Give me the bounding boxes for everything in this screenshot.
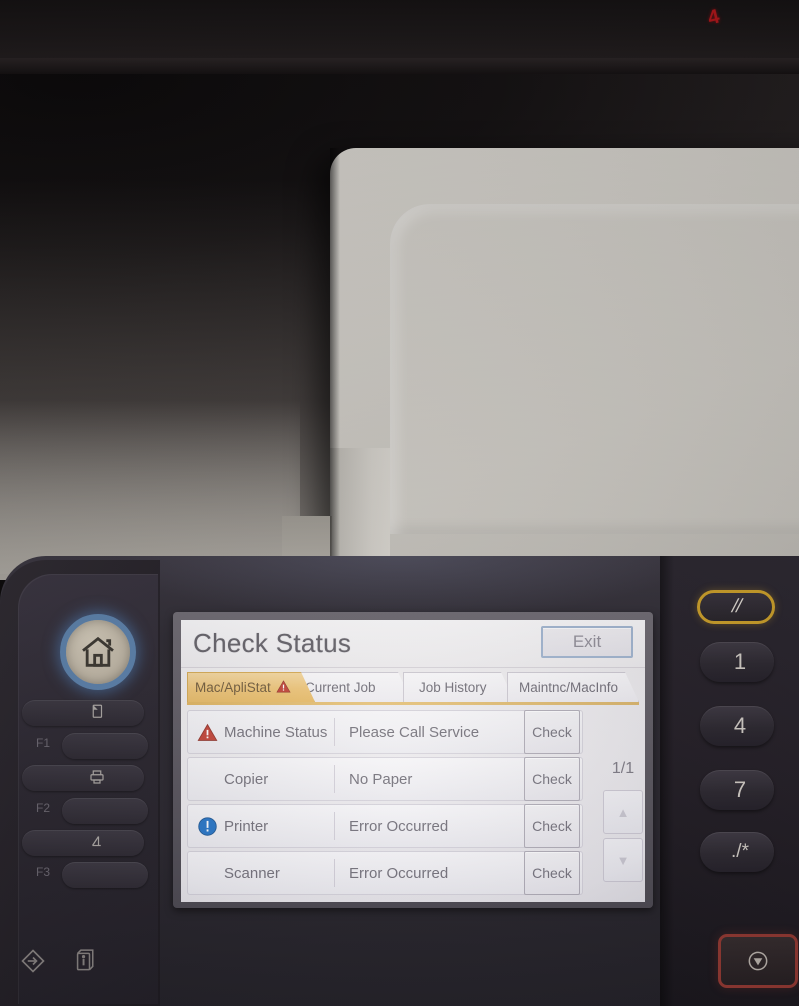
status-row-printer[interactable]: Printer Error Occurred Check: [187, 804, 583, 848]
printer-icon: [86, 766, 108, 788]
status-row-name: Printer: [224, 817, 269, 835]
page-title: Check Status: [193, 628, 352, 658]
tab-warning-triangle-icon: [276, 679, 291, 697]
function-key-3-label: F3: [36, 865, 51, 879]
check-button-label: Check: [532, 818, 572, 834]
page-indicator: 1/1: [611, 760, 635, 777]
printer-photo-scene: 4 F1 F2 F3 // 1 4 7 ./* Check Status Exi…: [0, 0, 799, 1006]
function-key-2-label: F2: [36, 801, 51, 815]
home-icon: [82, 636, 114, 667]
exit-button-label: Exit: [572, 632, 602, 651]
feeder-inset-panel: [390, 204, 799, 534]
check-button-label: Check: [532, 724, 572, 740]
exit-button[interactable]: Exit: [541, 626, 633, 658]
tab-job-history[interactable]: Job History: [403, 672, 515, 702]
function-key-2-press[interactable]: [62, 798, 148, 824]
scanner-icon: [86, 830, 108, 852]
check-button-printer[interactable]: Check: [524, 804, 580, 848]
tab-current-job[interactable]: Current Job: [297, 672, 412, 702]
status-row-scanner[interactable]: Scanner Error Occurred Check: [187, 851, 583, 895]
tab-maintnc-macinfo-label: Maintnc/MacInfo: [519, 680, 619, 695]
right-wing-shadow: [660, 556, 674, 1006]
status-row-machine-status[interactable]: Machine Status Please Call Service Check: [187, 710, 583, 754]
machine-left-wall-lower: [0, 400, 300, 580]
function-key-1-press[interactable]: [62, 733, 148, 759]
keypad-key-7[interactable]: 7: [700, 770, 774, 810]
check-button-machine-status[interactable]: Check: [524, 710, 580, 754]
clear-key[interactable]: //: [697, 590, 775, 624]
keypad-key-4[interactable]: 4: [700, 706, 774, 746]
tab-mac-aplistat[interactable]: Mac/ApliStat: [187, 672, 315, 702]
status-list: Machine Status Please Call Service Check…: [187, 710, 639, 898]
tab-bar: Mac/ApliStat Current Job Job History Mai…: [187, 672, 639, 704]
tab-job-history-label: Job History: [419, 680, 487, 695]
tab-current-job-label: Current Job: [305, 680, 376, 695]
function-key-3[interactable]: [22, 830, 144, 856]
tab-maintnc-macinfo[interactable]: Maintnc/MacInfo: [507, 672, 639, 702]
check-button-scanner[interactable]: Check: [524, 851, 580, 895]
info-circle-icon: [192, 816, 222, 837]
stop-button[interactable]: [718, 934, 798, 988]
pager: 1/1 ▲ ▼: [601, 716, 645, 902]
chevron-up-icon: ▲: [616, 804, 630, 820]
machine-upper-shadow: [0, 0, 799, 64]
check-button-label: Check: [532, 771, 572, 787]
screen-header: Check Status Exit: [181, 620, 645, 668]
copy-icon: [86, 701, 108, 723]
login-logout-icon[interactable]: [18, 946, 48, 976]
function-key-2[interactable]: [22, 765, 144, 791]
document-feeder-cover: [282, 148, 799, 574]
check-button-copier[interactable]: Check: [524, 757, 580, 801]
function-key-1-label: F1: [36, 736, 51, 750]
keypad-key-1[interactable]: 1: [700, 642, 774, 682]
status-row-name: Copier: [224, 770, 269, 788]
counter-info-icon[interactable]: [68, 946, 98, 976]
panel-top-glow: [120, 556, 680, 616]
touchscreen[interactable]: Check Status Exit Mac/ApliStat Current J…: [181, 620, 645, 902]
scroll-down-button[interactable]: ▼: [603, 838, 643, 882]
chevron-down-icon: ▼: [616, 852, 630, 868]
tab-mac-aplistat-label: Mac/ApliStat: [195, 680, 271, 695]
stop-icon: [748, 951, 768, 971]
clear-key-label: //: [729, 596, 744, 617]
status-row-name: Machine Status: [224, 723, 328, 741]
check-button-label: Check: [532, 865, 572, 881]
keypad-key-dot-star[interactable]: ./*: [700, 832, 774, 872]
home-button[interactable]: [60, 614, 136, 690]
feeder-edge-shadow: [330, 148, 340, 568]
tab-underline: [187, 702, 639, 705]
function-key-1[interactable]: [22, 700, 144, 726]
status-row-name: Scanner: [224, 864, 280, 882]
scroll-up-button[interactable]: ▲: [603, 790, 643, 834]
status-row-copier[interactable]: Copier No Paper Check: [187, 757, 583, 801]
warning-triangle-icon: [192, 722, 222, 743]
function-key-3-press[interactable]: [62, 862, 148, 888]
